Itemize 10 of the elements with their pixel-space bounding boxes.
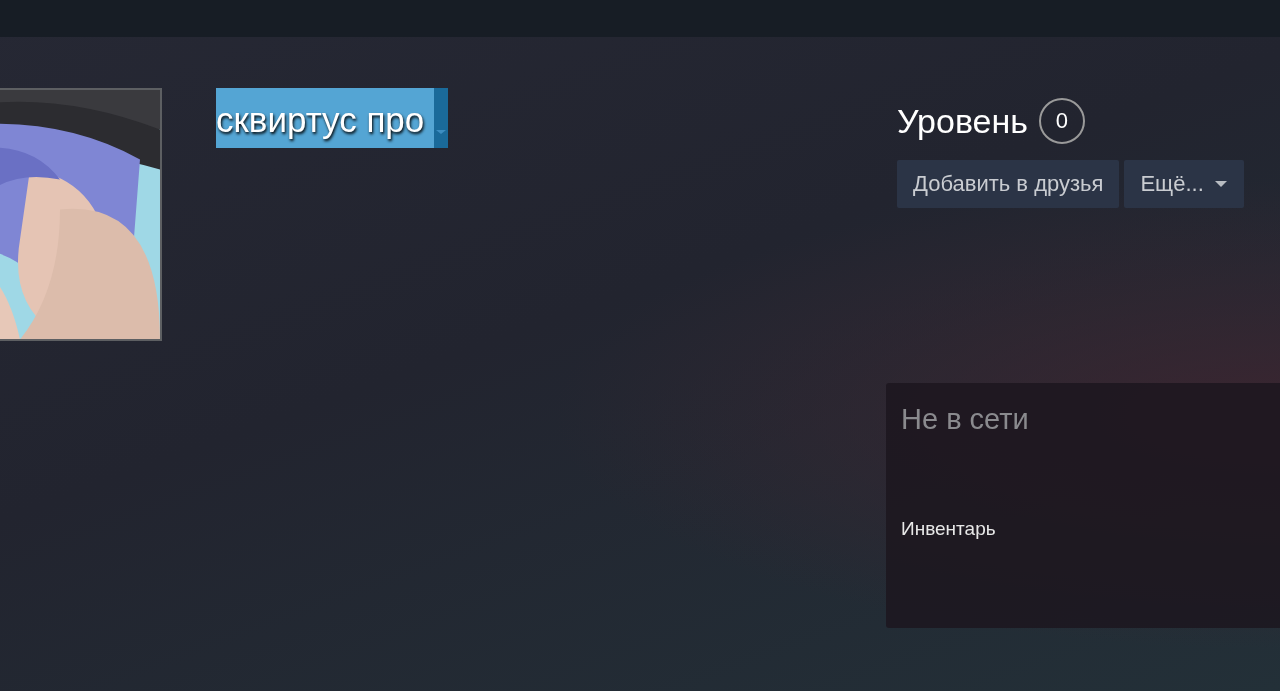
level-badge: 0 xyxy=(1039,98,1085,144)
add-friend-button[interactable]: Добавить в друзья xyxy=(897,160,1120,208)
name-history-button[interactable] xyxy=(434,88,449,148)
more-button[interactable]: Ещё... xyxy=(1124,160,1244,208)
caret-icon xyxy=(1213,180,1228,188)
caret-icon xyxy=(435,128,448,136)
inventory-link[interactable]: Инвентарь xyxy=(901,518,996,540)
profile-name: сквиртус про xyxy=(216,88,435,148)
level-label: Уровень xyxy=(897,101,1028,141)
online-status: Не в сети xyxy=(901,403,1029,436)
